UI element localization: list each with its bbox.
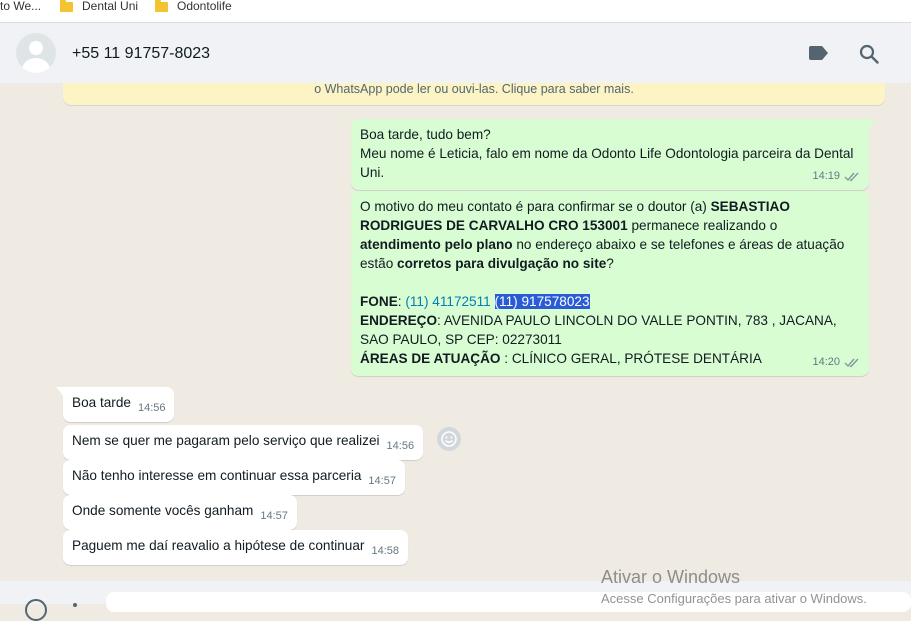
message-time: 14:19	[812, 170, 840, 182]
message-text: O motivo do meu contato é para confirmar…	[360, 197, 860, 273]
compose-bar	[0, 581, 911, 621]
message-text: Boa tarde, tudo bem?	[360, 127, 491, 142]
message-time: 14:56	[137, 402, 166, 414]
bookmark-item-odontolife[interactable]: Odontolife	[155, 0, 232, 15]
phone-link[interactable]: (11) 41172511	[405, 294, 490, 309]
text-span: ?	[606, 256, 614, 271]
double-check-icon	[844, 172, 859, 182]
encryption-notice-text: o WhatsApp pode ler ou ouvi-las. Clique …	[314, 83, 634, 96]
bookmark-item[interactable]: to We...	[0, 0, 41, 15]
text-span: permanece realizando o	[627, 218, 778, 233]
fone-label: FONE	[360, 294, 398, 309]
emoji-icon[interactable]	[437, 427, 461, 451]
message-text: Não tenho interesse em continuar essa pa…	[72, 468, 362, 483]
emoji-button-icon[interactable]	[25, 599, 47, 621]
message-meta: 14:20	[812, 353, 860, 372]
folder-icon	[155, 0, 168, 12]
phone-link-selected[interactable]: (11) 917578023	[494, 294, 590, 309]
message-time: 14:20	[812, 356, 840, 368]
outgoing-message[interactable]: O motivo do meu contato é para confirmar…	[351, 191, 869, 376]
message-meta: 14:19	[812, 167, 860, 186]
message-input[interactable]	[106, 592, 911, 612]
folder-icon	[60, 0, 73, 12]
incoming-message[interactable]: Paguem me daí reavalio a hipótese de con…	[63, 530, 408, 565]
message-text: Nem se quer me pagaram pelo serviço que …	[72, 433, 380, 448]
incoming-message[interactable]: Onde somente vocês ganham 14:57	[63, 495, 297, 530]
message-text: Onde somente vocês ganham	[72, 503, 254, 518]
encryption-notice[interactable]: o WhatsApp pode ler ou ouvi-las. Clique …	[63, 83, 885, 105]
default-avatar-icon[interactable]	[16, 33, 56, 73]
outgoing-message[interactable]: Boa tarde, tudo bem? Meu nome é Leticia,…	[351, 119, 876, 190]
message-text: Meu nome é Leticia, falo em nome da Odon…	[360, 146, 854, 180]
incoming-message[interactable]: Não tenho interesse em continuar essa pa…	[63, 460, 405, 495]
message-time: 14:57	[368, 475, 396, 487]
incoming-message[interactable]: Boa tarde 14:56	[55, 387, 175, 422]
message-list[interactable]: o WhatsApp pode ler ou ouvi-las. Clique …	[0, 83, 911, 581]
message-text: Paguem me daí reavalio a hipótese de con…	[72, 538, 365, 553]
address-label: ENDEREÇO	[360, 313, 438, 328]
bookmark-label: to We...	[0, 0, 42, 13]
areas-line: ÁREAS DE ATUAÇÃO : CLÍNICO GERAL, PRÓTES…	[360, 349, 860, 368]
emoji-face-icon	[441, 431, 457, 447]
areas-value: : CLÍNICO GERAL, PRÓTESE DENTÁRIA	[500, 351, 762, 366]
incoming-message[interactable]: Nem se quer me pagaram pelo serviço que …	[63, 425, 424, 460]
bold-text: atendimento pelo plano	[360, 237, 513, 252]
message-time: 14:58	[371, 545, 399, 557]
phone-line: FONE: (11) 41172511 (11) 917578023	[360, 292, 860, 311]
search-icon[interactable]	[859, 44, 879, 64]
bookmark-item-dental-uni[interactable]: Dental Uni	[60, 0, 138, 15]
contact-name[interactable]: +55 11 91757-8023	[72, 45, 210, 63]
bookmarks-bar: to We... Dental Uni Odontolife	[0, 0, 911, 23]
chat-header[interactable]: +55 11 91757-8023	[0, 23, 911, 83]
double-check-icon	[844, 358, 859, 368]
message-text: Boa tarde	[72, 395, 131, 410]
message-time: 14:56	[386, 440, 415, 452]
areas-label: ÁREAS DE ATUAÇÃO	[360, 351, 501, 366]
label-icon[interactable]	[809, 46, 829, 60]
bookmark-label: Dental Uni	[82, 0, 139, 13]
address-line: ENDEREÇO: AVENIDA PAULO LINCOLN DO VALLE…	[360, 311, 860, 349]
bookmark-label: Odontolife	[177, 0, 232, 13]
text-span: O motivo do meu contato é para confirmar…	[360, 199, 711, 214]
message-time: 14:57	[260, 510, 288, 522]
bold-text: corretos para divulgação no site	[397, 256, 607, 271]
